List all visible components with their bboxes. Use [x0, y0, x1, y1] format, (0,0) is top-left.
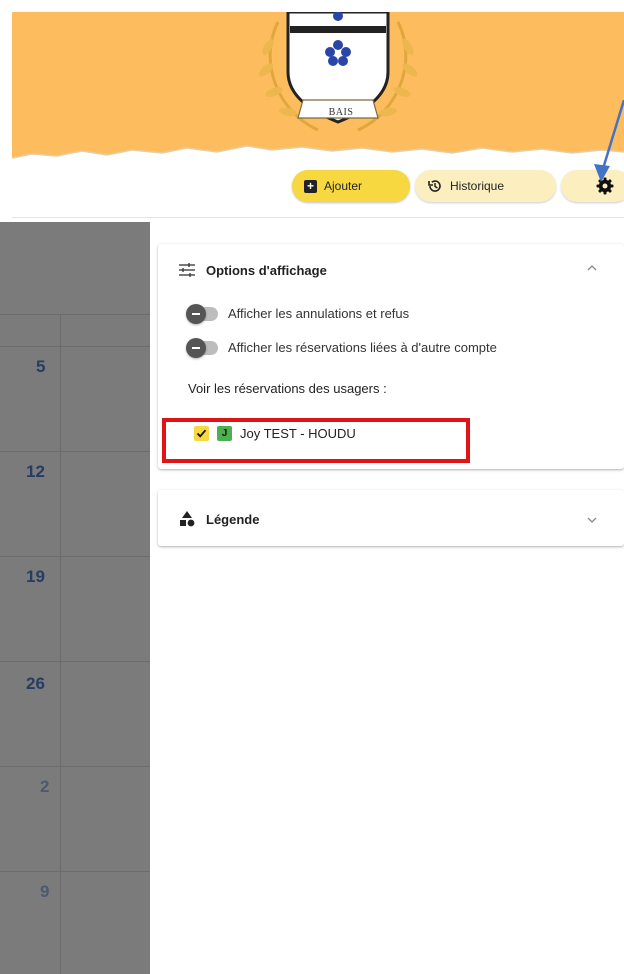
annotation-arrow	[594, 100, 624, 182]
legend-header[interactable]: Légende	[178, 510, 259, 528]
toggle-label: Afficher les réservations liées à d'autr…	[228, 340, 497, 355]
calendar-day[interactable]: 19	[26, 567, 60, 587]
history-button-label: Historique	[450, 179, 505, 193]
crest-ribbon-text: BAIS	[328, 107, 354, 118]
calendar-row-divider	[0, 556, 150, 557]
calendar-row-divider	[0, 346, 150, 347]
calendar-row-divider	[0, 314, 150, 315]
calendar-day[interactable]: 5	[36, 357, 70, 377]
users-section-title: Voir les réservations des usagers :	[188, 381, 387, 396]
chevron-down-icon[interactable]	[586, 514, 598, 526]
header-banner: BAIS	[12, 12, 624, 162]
shapes-icon	[180, 511, 195, 527]
toggle-show-linked-reservations[interactable]: Afficher les réservations liées à d'autr…	[186, 337, 497, 358]
town-crest-logo	[258, 12, 418, 132]
sliders-icon	[179, 263, 195, 277]
toggle-label: Afficher les annulations et refus	[228, 306, 410, 321]
legend-panel[interactable]: Légende	[158, 490, 624, 546]
add-button[interactable]: + Ajouter	[292, 170, 410, 202]
toolbar: + Ajouter Historique	[12, 162, 624, 218]
display-options-title: Options d'affichage	[206, 262, 327, 278]
plus-square-icon: +	[304, 179, 317, 193]
add-button-label: Ajouter	[324, 179, 363, 193]
calendar-day[interactable]: 2	[40, 777, 74, 797]
calendar-row-divider	[0, 871, 150, 872]
toggle-show-cancellations[interactable]: Afficher les annulations et refus	[186, 303, 410, 324]
annotation-highlight-box	[162, 418, 470, 463]
calendar-row-divider	[0, 766, 150, 767]
legend-title: Légende	[206, 511, 260, 527]
torn-paper-edge	[12, 145, 624, 162]
calendar-row-divider	[0, 451, 150, 452]
calendar-row-divider	[0, 661, 150, 662]
display-options-header[interactable]: Options d'affichage	[178, 262, 327, 278]
calendar-column-divider	[60, 314, 61, 974]
history-button[interactable]: Historique	[415, 170, 556, 202]
toggle-switch[interactable]	[186, 337, 218, 358]
calendar-day[interactable]: 9	[40, 882, 74, 902]
calendar-day[interactable]: 12	[26, 462, 60, 482]
calendar-grid: 5 12 19 26 2 9	[0, 222, 150, 974]
calendar-day[interactable]: 26	[26, 674, 60, 694]
toggle-switch[interactable]	[186, 303, 218, 324]
history-icon	[428, 180, 441, 192]
chevron-up-icon[interactable]	[586, 262, 598, 274]
